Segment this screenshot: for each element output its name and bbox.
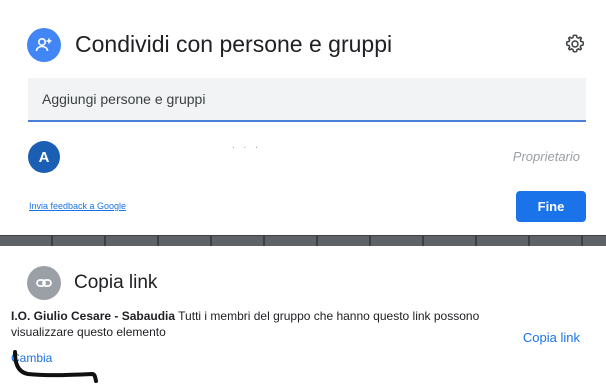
share-dialog: Condividi con persone e gruppi A . . . P…: [0, 0, 606, 232]
copy-link-title: Copia link: [74, 272, 158, 293]
avatar: A: [28, 141, 60, 173]
copy-link-button[interactable]: Copia link: [523, 330, 580, 345]
person-add-icon: [27, 28, 61, 62]
share-title: Condividi con persone e gruppi: [75, 31, 393, 57]
faint-text: . . .: [232, 140, 261, 151]
link-icon: [27, 266, 61, 300]
feedback-link[interactable]: Invia feedback a Google: [29, 201, 126, 211]
organization-name: I.O. Giulio Cesare - Sabaudia: [11, 309, 176, 323]
handwritten-mark: [13, 350, 98, 383]
add-people-input[interactable]: [28, 78, 586, 122]
link-description: I.O. Giulio Cesare - Sabaudia Tutti i me…: [11, 308, 511, 340]
owner-role: Proprietario: [512, 149, 580, 164]
gear-icon[interactable]: [563, 32, 587, 56]
done-button[interactable]: Fine: [516, 191, 586, 222]
owner-row: A . . . Proprietario: [0, 140, 606, 174]
